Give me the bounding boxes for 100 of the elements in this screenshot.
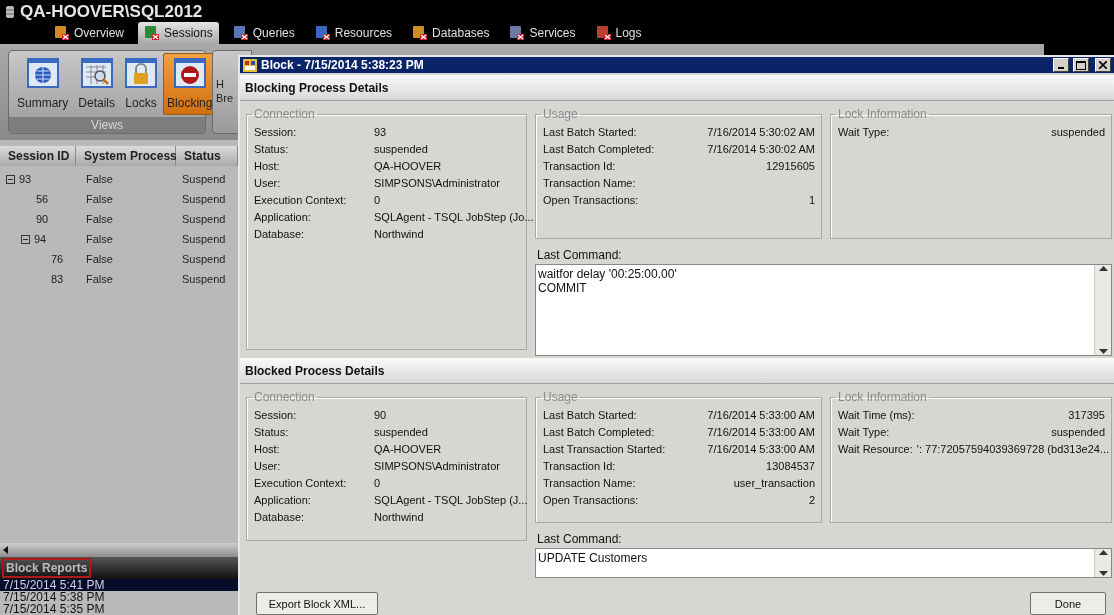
field-value: 7/16/2014 5:30:02 AM: [706, 142, 815, 155]
field-label: Status:: [254, 425, 290, 438]
scroll-up-icon[interactable]: [1098, 265, 1108, 272]
tab-icon: [314, 25, 331, 41]
field-label: Wait Type:: [838, 125, 890, 138]
tab[interactable]: Services: [503, 22, 582, 44]
field-label: Application:: [254, 493, 312, 506]
field-value: SIMPSONS\Administrator: [373, 459, 500, 472]
field-label: Database:: [254, 510, 306, 523]
field-value: suspended: [1050, 425, 1105, 438]
field-value: 1: [807, 193, 815, 206]
field-value: 7/16/2014 5:33:00 AM: [706, 408, 815, 421]
group-label: Views: [9, 117, 205, 133]
tab-icon: [412, 25, 429, 41]
last-command-label: Last Command:: [537, 248, 622, 263]
group-title: Usage: [542, 390, 579, 404]
window-icon: [243, 58, 257, 72]
panel-title: Block Reports: [2, 558, 92, 578]
tab[interactable]: Overview: [48, 22, 130, 44]
session-id: 90: [36, 213, 49, 225]
scroll-up-icon[interactable]: [1098, 549, 1108, 555]
table-cell-text: Suspend: [181, 233, 227, 245]
collapse-icon[interactable]: [6, 174, 15, 184]
ribbon-button[interactable]: Details: [74, 53, 120, 115]
field-value: SIMPSONS\Administrator: [373, 176, 500, 189]
field-label: Transaction Id:: [543, 159, 616, 172]
minimize-button[interactable]: [1053, 58, 1069, 73]
field-value: ': 77:72057594039369728 (bd313e24...: [915, 442, 1110, 455]
report-item[interactable]: 7/15/2014 5:41 PM: [0, 579, 238, 591]
table-cell-text: False: [85, 273, 114, 285]
field-value: 7/16/2014 5:30:02 AM: [706, 125, 815, 138]
server-title: QA-HOOVER\SQL2012: [20, 1, 203, 22]
tab[interactable]: Databases: [406, 22, 496, 44]
field-label: Database:: [254, 227, 306, 240]
report-item[interactable]: 7/15/2014 5:35 PM: [0, 603, 238, 615]
last-command-field[interactable]: waitfor delay '00:25:00.00' COMMIT: [535, 264, 1112, 357]
globe-icon: [26, 58, 59, 88]
column-header[interactable]: System Process: [76, 146, 176, 166]
scrollbar[interactable]: [0, 543, 238, 557]
grid-icon: [80, 58, 113, 88]
dialog-button[interactable]: Export Block XML...: [256, 592, 378, 615]
last-command-field[interactable]: UPDATE Customers: [535, 548, 1112, 578]
session-id: 76: [51, 253, 64, 265]
close-icon[interactable]: [1099, 61, 1107, 70]
field-label: User:: [254, 459, 282, 472]
tab[interactable]: Sessions: [138, 22, 219, 44]
tab-icon: [54, 25, 70, 41]
field-value: 93: [373, 125, 387, 138]
table-cell-text: Suspend: [181, 253, 227, 265]
tab[interactable]: Logs: [589, 22, 648, 44]
table-cell-text: False: [85, 253, 114, 265]
session-id: 56: [36, 193, 49, 205]
field-value: 317395: [1067, 408, 1105, 421]
group-title: Lock Information: [837, 390, 928, 404]
ribbon-button[interactable]: Summary: [13, 53, 73, 115]
tab-icon: [595, 25, 612, 41]
tab[interactable]: Resources: [308, 22, 399, 44]
field-label: Last Batch Started:: [543, 125, 637, 138]
field-label: Transaction Name:: [543, 176, 636, 189]
scroll-down-icon[interactable]: [1098, 571, 1108, 577]
table-cell-text: Suspend: [181, 173, 227, 185]
close-button[interactable]: [1095, 58, 1111, 73]
field-label: Execution Context:: [254, 193, 348, 206]
field-label: Open Transactions:: [543, 193, 639, 206]
scrollbar[interactable]: [1094, 265, 1111, 356]
field-label: Last Batch Completed:: [543, 425, 655, 438]
field-value: 2: [807, 493, 815, 506]
session-id: 93: [19, 173, 32, 185]
field-value: 13084537: [765, 459, 815, 472]
column-header[interactable]: Session ID: [0, 146, 76, 166]
scroll-left-icon[interactable]: [3, 546, 8, 554]
table-cell-text: False: [85, 193, 114, 205]
table-cell-text: False: [85, 233, 114, 245]
field-value: SQLAgent - TSQL JobStep (Jo...: [373, 210, 534, 223]
scroll-down-icon[interactable]: [1098, 349, 1108, 356]
group-title: Usage: [542, 107, 579, 122]
last-command-label: Last Command:: [537, 532, 622, 546]
field-label: Wait Type:: [838, 425, 890, 438]
ribbon-button[interactable]: Locks: [121, 53, 162, 115]
collapse-icon[interactable]: [21, 234, 30, 244]
tab-icon: [144, 25, 160, 41]
field-label: Last Transaction Started:: [543, 442, 666, 455]
field-label: Host:: [254, 442, 281, 455]
field-label: Transaction Id:: [543, 459, 616, 472]
field-value: 0: [373, 193, 381, 206]
report-item[interactable]: 7/15/2014 5:38 PM: [0, 591, 238, 603]
field-label: Last Batch Completed:: [543, 142, 655, 155]
scrollbar[interactable]: [1094, 549, 1111, 577]
field-label: Wait Time (ms):: [838, 408, 915, 421]
field-value: 0: [373, 476, 381, 489]
tab[interactable]: Queries: [226, 22, 301, 44]
field-label: Last Batch Started:: [543, 408, 637, 421]
field-label: Status:: [254, 142, 290, 155]
field-value: suspended: [1050, 125, 1105, 138]
table-cell-text: Suspend: [181, 273, 227, 285]
dialog-button[interactable]: Done: [1030, 592, 1106, 615]
stop-icon: [173, 58, 206, 88]
table-cell-text: False: [85, 213, 114, 225]
section-title: Blocking Process Details: [245, 80, 389, 95]
field-label: Wait Resource:: [838, 442, 913, 455]
